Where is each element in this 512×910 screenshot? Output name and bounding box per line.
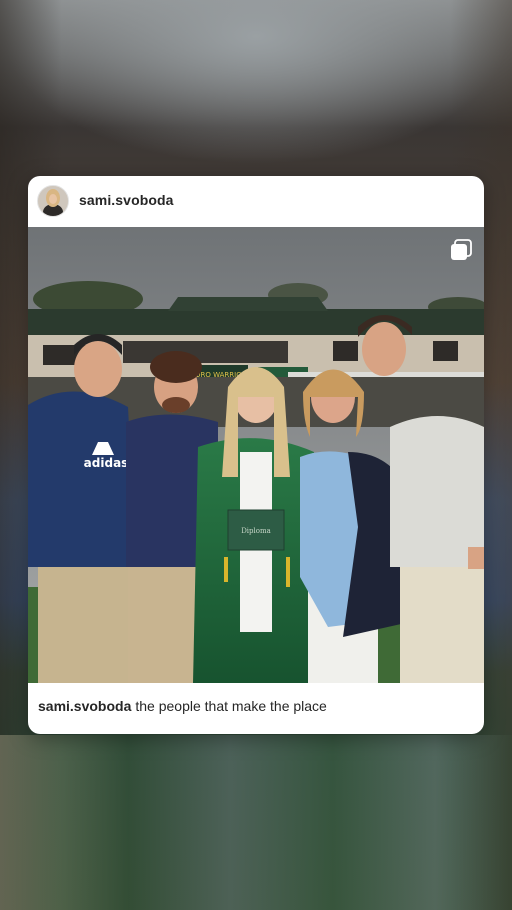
shirt-logo: adidas [84,456,129,470]
post-card[interactable]: sami.svoboda ORO WARRIORS adidas Diploma… [28,176,484,734]
diploma-label: Diploma [241,527,271,535]
post-username[interactable]: sami.svoboda [79,192,174,208]
graduation-photo: ORO WARRIORS adidas Diploma [28,227,484,683]
post-photo[interactable]: ORO WARRIORS adidas Diploma [28,227,484,683]
post-caption: sami.svoboda the people that make the pla… [38,698,474,714]
caption-text: the people that make the place [135,698,327,714]
post-header: sami.svoboda [28,176,484,227]
carousel-icon[interactable] [450,239,472,261]
avatar[interactable] [37,185,69,217]
caption-username[interactable]: sami.svoboda [38,698,131,714]
avatar-image [38,186,68,216]
